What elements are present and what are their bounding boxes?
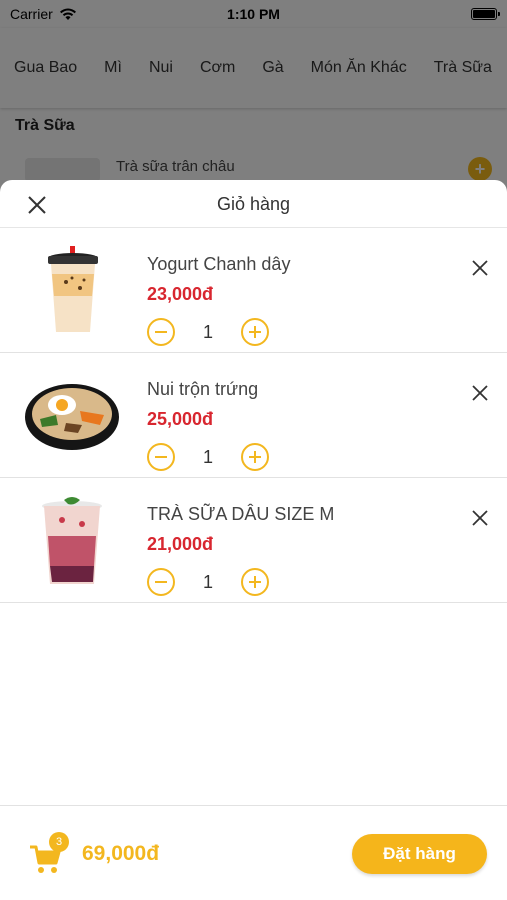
cart-item-name: TRÀ SỮA DÂU SIZE M	[147, 504, 335, 524]
noodle-bowl-image	[25, 384, 119, 450]
cart-item-name: Nui trộn trứng	[147, 379, 259, 399]
cart-header: Giỏ hàng	[0, 180, 507, 228]
cart-item: Yogurt Chanh dây 23,000đ 1	[0, 228, 507, 353]
increase-quantity-button[interactable]	[241, 318, 269, 346]
quantity-stepper: 1	[147, 443, 269, 471]
quantity-value: 1	[202, 571, 213, 592]
yogurt-cup-image	[48, 246, 98, 332]
quantity-value: 1	[202, 446, 213, 467]
quantity-value: 1	[202, 321, 213, 342]
remove-item-icon[interactable]	[472, 385, 488, 401]
cart-sheet: Giỏ hàng Yogurt Chanh dây 23,000đ 1 Nui …	[0, 180, 507, 900]
increase-quantity-button[interactable]	[241, 568, 269, 596]
cart-item-price: 21,000đ	[147, 534, 214, 554]
quantity-stepper: 1	[147, 318, 269, 346]
cart-item-price: 25,000đ	[147, 409, 214, 429]
cart-item: TRÀ SỮA DÂU SIZE M 21,000đ 1	[0, 478, 507, 603]
increase-quantity-button[interactable]	[241, 443, 269, 471]
strawberry-milk-tea-image	[42, 497, 102, 584]
cart-count-badge: 3	[49, 832, 69, 852]
place-order-button[interactable]: Đặt hàng	[352, 834, 487, 874]
remove-item-icon[interactable]	[472, 510, 488, 526]
cart-footer: 3 69,000đ Đặt hàng	[0, 805, 507, 900]
decrease-quantity-button[interactable]	[147, 568, 175, 596]
cart-item-name: Yogurt Chanh dây	[147, 254, 291, 274]
cart-item: Nui trộn trứng 25,000đ 1	[0, 353, 507, 478]
remove-item-icon[interactable]	[472, 260, 488, 276]
cart-total: 69,000đ	[82, 842, 160, 865]
cart-title: Giỏ hàng	[216, 194, 291, 214]
decrease-quantity-button[interactable]	[147, 443, 175, 471]
cart-item-list: Yogurt Chanh dây 23,000đ 1 Nui trộn trứn…	[0, 228, 507, 603]
decrease-quantity-button[interactable]	[147, 318, 175, 346]
cart-item-price: 23,000đ	[147, 284, 214, 304]
quantity-stepper: 1	[147, 568, 269, 596]
